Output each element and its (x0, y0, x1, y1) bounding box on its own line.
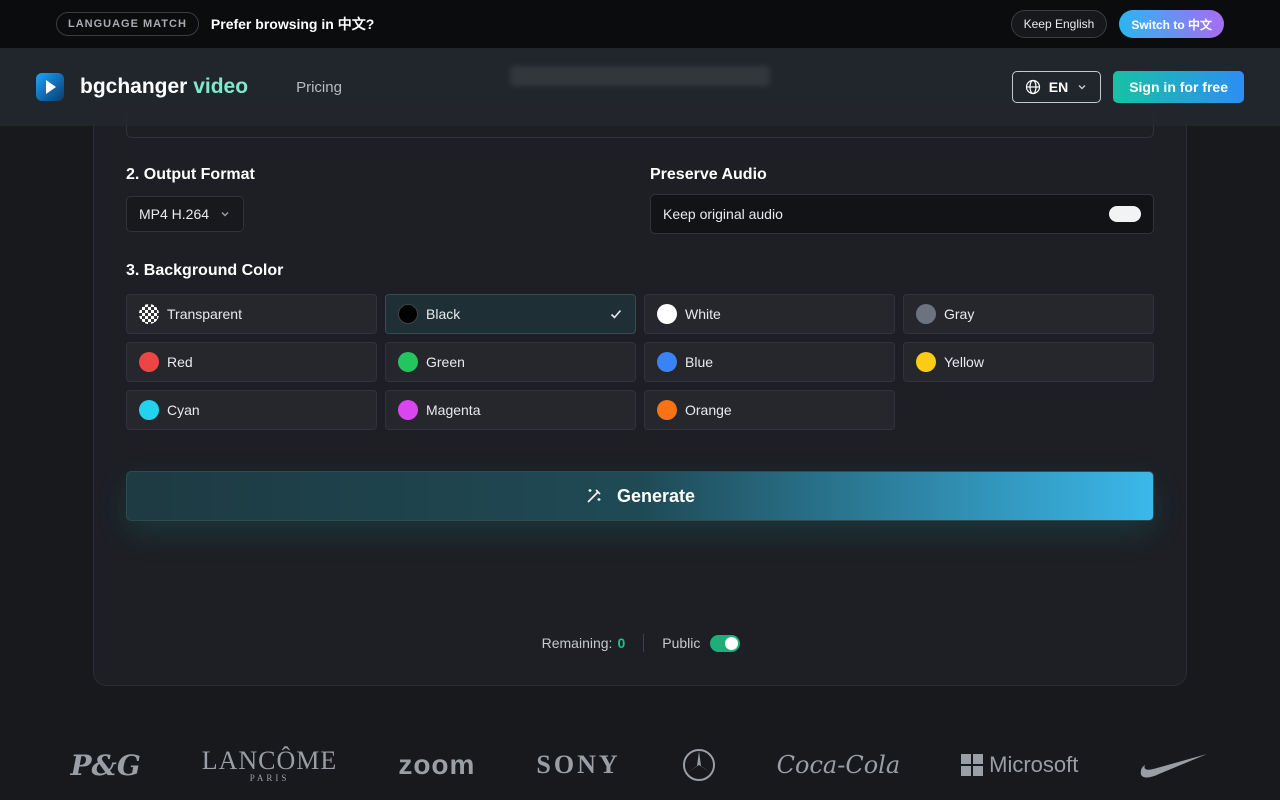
color-option-gray[interactable]: Gray (903, 294, 1154, 334)
chevron-down-icon (221, 212, 229, 217)
nav-pricing-link[interactable]: Pricing (296, 79, 342, 96)
language-match-tag: LANGUAGE MATCH (56, 12, 199, 36)
color-option-label: Blue (685, 354, 714, 370)
language-selector[interactable]: EN (1011, 71, 1102, 103)
color-option-green[interactable]: Green (385, 342, 636, 382)
output-format-value: MP4 H.264 (139, 206, 210, 222)
color-options: Transparent Black White Gray Red Green B… (126, 294, 1154, 430)
sony-logo: SONY (536, 750, 621, 779)
remaining-value: 0 (617, 635, 626, 651)
language-question: Prefer browsing in 中文? (210, 16, 375, 32)
transparent-swatch (139, 304, 159, 324)
keep-audio-toggle[interactable] (1109, 206, 1141, 222)
generate-button[interactable]: Generate (126, 471, 1154, 521)
logo-text[interactable]: bgchanger video (80, 75, 248, 99)
output-format-select[interactable]: MP4 H.264 (126, 196, 245, 232)
color-option-cyan[interactable]: Cyan (126, 390, 377, 430)
color-option-magenta[interactable]: Magenta (385, 390, 636, 430)
chevron-down-icon (1078, 85, 1086, 90)
public-toggle[interactable] (710, 634, 741, 652)
logo-main: bgchanger (80, 75, 188, 98)
mercedes-logo-icon (682, 749, 715, 781)
color-option-label: Magenta (426, 402, 481, 418)
remaining-label: Remaining: (541, 635, 613, 651)
lancome-text: LANCÔME (201, 745, 338, 775)
header-actions: EN Sign in for free (1011, 71, 1244, 103)
preserve-audio-label: Preserve Audio (650, 166, 767, 183)
sign-in-button[interactable]: Sign in for free (1113, 71, 1244, 103)
usage-bar: Remaining: 0 Public (94, 631, 1188, 655)
color-option-orange[interactable]: Orange (644, 390, 895, 430)
color-option-label: White (685, 306, 721, 322)
magic-wand-icon (587, 489, 601, 503)
color-option-white[interactable]: White (644, 294, 895, 334)
divider (643, 634, 645, 652)
language-actions: Keep English Switch to 中文 (1010, 10, 1224, 38)
keep-audio-label: Keep original audio (663, 206, 783, 222)
blue-swatch (657, 352, 677, 372)
switch-language-button[interactable]: Switch to 中文 (1119, 10, 1224, 38)
nike-swoosh-icon (1141, 754, 1208, 778)
color-option-transparent[interactable]: Transparent (126, 294, 377, 334)
brand-logos: P&G LANCÔME PARIS zoom SONY Coca-Cola Mi… (0, 735, 1280, 795)
red-swatch (139, 352, 159, 372)
language-value: EN (1048, 79, 1069, 95)
color-option-label: Orange (685, 402, 732, 418)
globe-icon (1025, 79, 1040, 95)
blurred-content (510, 66, 770, 86)
microsoft-logo: Microsoft (961, 752, 1078, 778)
background-color-label: 3. Background Color (126, 262, 284, 279)
generate-label: Generate (616, 485, 696, 506)
color-option-label: Transparent (167, 306, 242, 322)
language-banner: LANGUAGE MATCH Prefer browsing in 中文? Ke… (0, 0, 1280, 48)
color-option-label: Red (167, 354, 193, 370)
color-option-yellow[interactable]: Yellow (903, 342, 1154, 382)
magenta-swatch (398, 400, 418, 420)
orange-swatch (657, 400, 677, 420)
color-option-red[interactable]: Red (126, 342, 377, 382)
white-swatch (657, 304, 677, 324)
gray-swatch (916, 304, 936, 324)
check-icon (610, 309, 622, 319)
color-option-label: Cyan (167, 402, 200, 418)
color-option-label: Gray (944, 306, 975, 322)
microsoft-grid-icon (961, 754, 984, 776)
color-option-black[interactable]: Black (385, 294, 636, 334)
logo-icon[interactable] (36, 73, 64, 101)
cyan-swatch (139, 400, 159, 420)
microsoft-text: Microsoft (989, 752, 1079, 777)
color-option-label: Black (426, 306, 461, 322)
lancome-logo: LANCÔME PARIS (201, 745, 338, 783)
black-swatch (398, 304, 418, 324)
color-option-label: Yellow (944, 354, 984, 370)
output-format-label: 2. Output Format (126, 166, 255, 183)
logo-accent: video (193, 75, 249, 98)
site-header: bgchanger video Pricing EN Sign in for f… (0, 48, 1280, 126)
color-option-label: Green (426, 354, 465, 370)
green-swatch (398, 352, 418, 372)
color-option-blue[interactable]: Blue (644, 342, 895, 382)
zoom-logo: zoom (398, 749, 476, 780)
lancome-sub: PARIS (249, 772, 290, 783)
coca-cola-logo: Coca-Cola (776, 751, 901, 779)
keep-audio-row: Keep original audio (650, 194, 1154, 234)
public-label: Public (662, 635, 701, 651)
editor-panel: 2. Output Format MP4 H.264 Preserve Audi… (93, 100, 1187, 686)
keep-english-button[interactable]: Keep English (1010, 10, 1108, 38)
pg-logo: P&G (70, 748, 141, 782)
yellow-swatch (916, 352, 936, 372)
